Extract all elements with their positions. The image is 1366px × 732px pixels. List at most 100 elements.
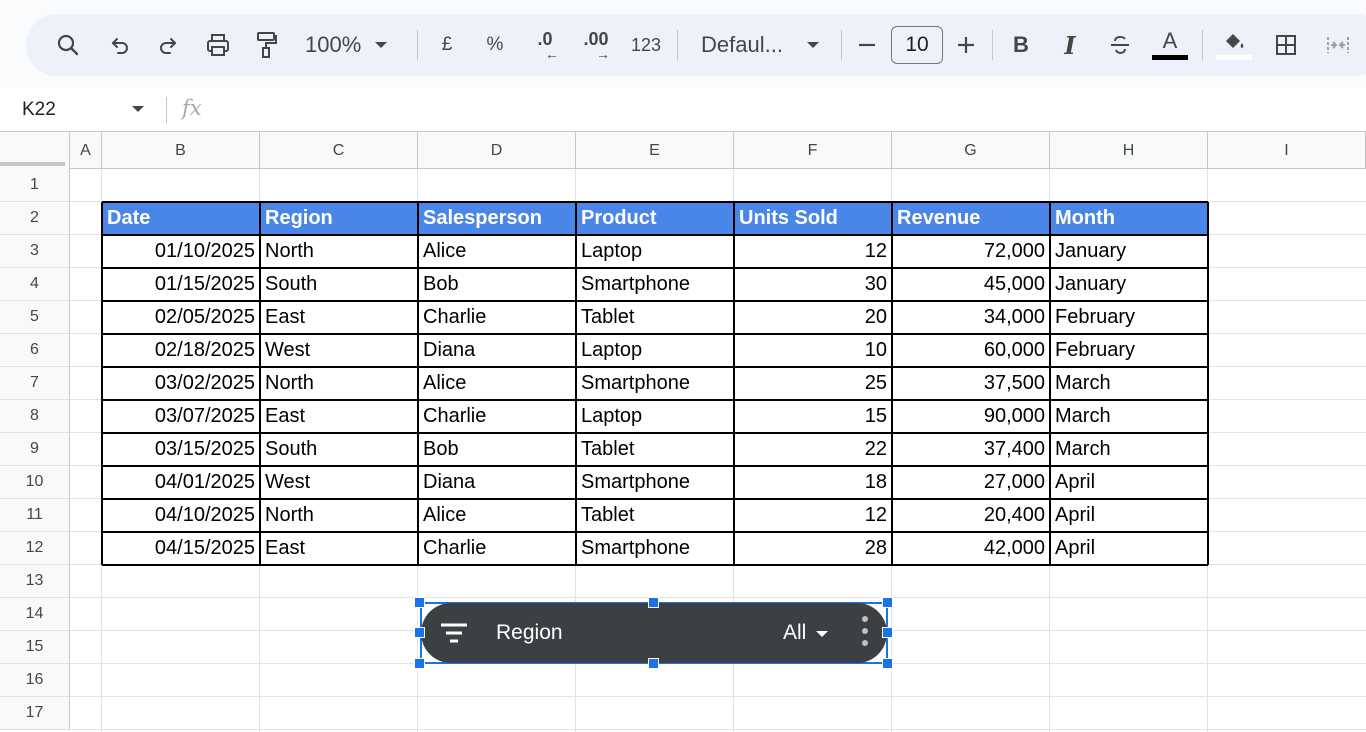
table-cell-date[interactable]: 04/10/2025 bbox=[102, 499, 260, 532]
table-cell-salesperson[interactable]: Charlie bbox=[418, 301, 576, 334]
font-size-input[interactable]: 10 bbox=[891, 26, 943, 64]
column-header-f[interactable]: F bbox=[734, 132, 892, 169]
row-header-6[interactable]: 6 bbox=[0, 334, 70, 367]
table-cell-product[interactable]: Laptop bbox=[576, 400, 734, 433]
table-cell-revenue[interactable]: 90,000 bbox=[892, 400, 1050, 433]
table-cell-month[interactable]: March bbox=[1050, 433, 1208, 466]
table-cell-salesperson[interactable]: Bob bbox=[418, 433, 576, 466]
table-cell-units-sold[interactable]: 20 bbox=[734, 301, 892, 334]
increase-decimal-button[interactable]: .00 → bbox=[574, 14, 618, 76]
row-header-3[interactable]: 3 bbox=[0, 235, 70, 268]
borders-icon[interactable] bbox=[1266, 14, 1306, 76]
bold-button[interactable]: B bbox=[1004, 14, 1038, 76]
table-cell-revenue[interactable]: 45,000 bbox=[892, 268, 1050, 301]
table-cell-salesperson[interactable]: Bob bbox=[418, 268, 576, 301]
header-cell-region[interactable]: Region bbox=[260, 202, 418, 235]
table-cell-date[interactable]: 02/05/2025 bbox=[102, 301, 260, 334]
column-header-d[interactable]: D bbox=[418, 132, 576, 169]
table-cell-month[interactable]: March bbox=[1050, 367, 1208, 400]
header-cell-salesperson[interactable]: Salesperson bbox=[418, 202, 576, 235]
table-cell-revenue[interactable]: 72,000 bbox=[892, 235, 1050, 268]
table-cell-month[interactable]: February bbox=[1050, 334, 1208, 367]
table-cell-region[interactable]: South bbox=[260, 268, 418, 301]
row-header-17[interactable]: 17 bbox=[0, 697, 70, 730]
row-header-2[interactable]: 2 bbox=[0, 202, 70, 235]
font-family-select[interactable]: Defaul... bbox=[701, 14, 819, 76]
resize-handle[interactable] bbox=[882, 627, 893, 638]
row-header-14[interactable]: 14 bbox=[0, 598, 70, 631]
column-header-b[interactable]: B bbox=[102, 132, 260, 169]
table-cell-date[interactable]: 03/15/2025 bbox=[102, 433, 260, 466]
column-header-e[interactable]: E bbox=[576, 132, 734, 169]
percent-format-button[interactable]: % bbox=[478, 14, 512, 76]
header-cell-revenue[interactable]: Revenue bbox=[892, 202, 1050, 235]
fill-color-icon[interactable] bbox=[1214, 14, 1254, 76]
table-cell-product[interactable]: Smartphone bbox=[576, 268, 734, 301]
currency-format-button[interactable]: £ bbox=[430, 14, 464, 76]
chevron-down-icon[interactable] bbox=[816, 631, 828, 637]
table-cell-revenue[interactable]: 37,400 bbox=[892, 433, 1050, 466]
table-cell-date[interactable]: 02/18/2025 bbox=[102, 334, 260, 367]
row-header-12[interactable]: 12 bbox=[0, 532, 70, 565]
header-cell-product[interactable]: Product bbox=[576, 202, 734, 235]
table-cell-salesperson[interactable]: Diana bbox=[418, 334, 576, 367]
resize-handle[interactable] bbox=[882, 597, 893, 608]
table-cell-units-sold[interactable]: 30 bbox=[734, 268, 892, 301]
increase-font-icon[interactable] bbox=[951, 14, 981, 76]
table-cell-month[interactable]: April bbox=[1050, 466, 1208, 499]
table-cell-date[interactable]: 03/02/2025 bbox=[102, 367, 260, 400]
italic-button[interactable]: I bbox=[1053, 14, 1087, 76]
table-cell-product[interactable]: Tablet bbox=[576, 433, 734, 466]
table-cell-salesperson[interactable]: Charlie bbox=[418, 532, 576, 565]
table-cell-product[interactable]: Laptop bbox=[576, 334, 734, 367]
header-cell-month[interactable]: Month bbox=[1050, 202, 1208, 235]
table-cell-region[interactable]: East bbox=[260, 400, 418, 433]
paint-format-icon[interactable] bbox=[248, 14, 284, 76]
resize-handle[interactable] bbox=[882, 658, 893, 669]
table-cell-month[interactable]: January bbox=[1050, 235, 1208, 268]
resize-handle[interactable] bbox=[648, 658, 659, 669]
row-header-7[interactable]: 7 bbox=[0, 367, 70, 400]
table-cell-salesperson[interactable]: Alice bbox=[418, 367, 576, 400]
table-cell-salesperson[interactable]: Charlie bbox=[418, 400, 576, 433]
number-format-button[interactable]: 123 bbox=[626, 14, 666, 76]
print-icon[interactable] bbox=[198, 14, 238, 76]
table-cell-month[interactable]: April bbox=[1050, 532, 1208, 565]
table-cell-date[interactable]: 04/01/2025 bbox=[102, 466, 260, 499]
name-box[interactable]: K22 bbox=[22, 88, 56, 132]
table-cell-date[interactable]: 04/15/2025 bbox=[102, 532, 260, 565]
resize-handle[interactable] bbox=[414, 597, 425, 608]
table-cell-product[interactable]: Smartphone bbox=[576, 532, 734, 565]
table-cell-month[interactable]: February bbox=[1050, 301, 1208, 334]
table-cell-region[interactable]: North bbox=[260, 367, 418, 400]
strikethrough-icon[interactable] bbox=[1102, 14, 1138, 76]
table-cell-salesperson[interactable]: Diana bbox=[418, 466, 576, 499]
redo-icon[interactable] bbox=[150, 14, 186, 76]
table-cell-units-sold[interactable]: 12 bbox=[734, 499, 892, 532]
table-cell-revenue[interactable]: 37,500 bbox=[892, 367, 1050, 400]
text-color-button[interactable]: A bbox=[1150, 14, 1190, 76]
table-cell-revenue[interactable]: 27,000 bbox=[892, 466, 1050, 499]
column-header-i[interactable]: I bbox=[1208, 132, 1366, 169]
row-header-16[interactable]: 16 bbox=[0, 664, 70, 697]
row-header-11[interactable]: 11 bbox=[0, 499, 70, 532]
table-cell-product[interactable]: Tablet bbox=[576, 301, 734, 334]
row-header-8[interactable]: 8 bbox=[0, 400, 70, 433]
table-cell-region[interactable]: North bbox=[260, 235, 418, 268]
table-cell-product[interactable]: Laptop bbox=[576, 235, 734, 268]
table-cell-month[interactable]: January bbox=[1050, 268, 1208, 301]
table-cell-product[interactable]: Tablet bbox=[576, 499, 734, 532]
select-all-corner[interactable] bbox=[0, 132, 70, 169]
search-icon[interactable] bbox=[48, 14, 88, 76]
table-cell-region[interactable]: North bbox=[260, 499, 418, 532]
row-header-9[interactable]: 9 bbox=[0, 433, 70, 466]
decrease-font-icon[interactable] bbox=[852, 14, 882, 76]
table-cell-product[interactable]: Smartphone bbox=[576, 466, 734, 499]
table-cell-units-sold[interactable]: 15 bbox=[734, 400, 892, 433]
undo-icon[interactable] bbox=[102, 14, 138, 76]
header-cell-date[interactable]: Date bbox=[102, 202, 260, 235]
row-header-15[interactable]: 15 bbox=[0, 631, 70, 664]
row-header-10[interactable]: 10 bbox=[0, 466, 70, 499]
table-cell-region[interactable]: East bbox=[260, 301, 418, 334]
table-cell-units-sold[interactable]: 18 bbox=[734, 466, 892, 499]
